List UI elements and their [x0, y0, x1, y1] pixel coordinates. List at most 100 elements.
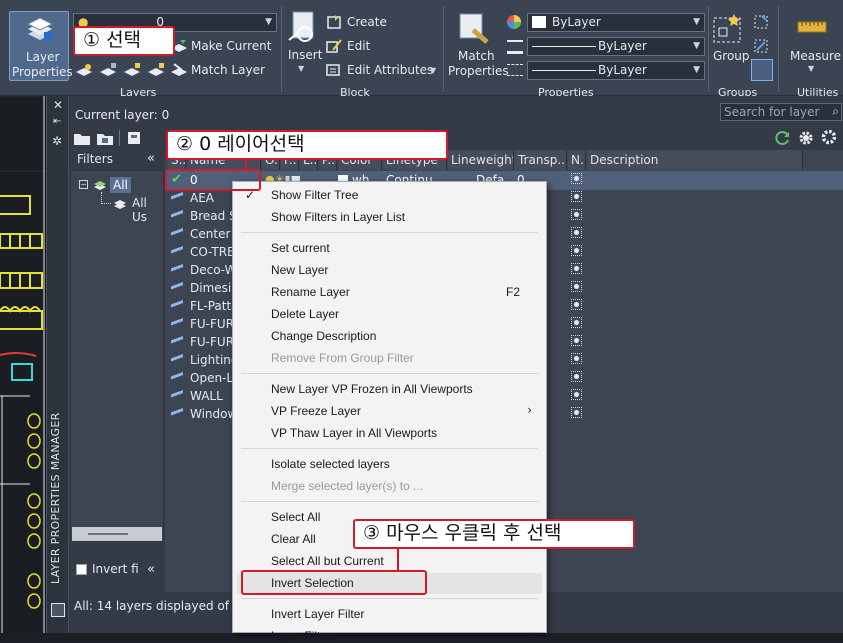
vp-freeze-icon[interactable] — [571, 335, 582, 346]
layer-states-manager-icon[interactable] — [125, 130, 143, 146]
drawing-canvas[interactable] — [0, 95, 46, 633]
measure-icon[interactable] — [797, 20, 827, 34]
vp-freeze-icon[interactable] — [571, 227, 582, 238]
collapse-filters-icon[interactable]: « — [147, 151, 155, 166]
measure-label[interactable]: Measure — [790, 49, 841, 63]
layer-name[interactable]: FU-FURI — [190, 333, 232, 351]
menu-item-layer-filters[interactable]: Layer Filters — [271, 629, 337, 643]
layer-name[interactable]: Deco-W — [190, 261, 232, 279]
menu-item-clear-all[interactable]: Clear All — [271, 532, 316, 546]
col-description[interactable]: Description — [587, 150, 803, 170]
tree-scrollbar[interactable] — [72, 527, 162, 541]
menu-item-delete-layer[interactable]: Delete Layer — [271, 307, 339, 321]
palette-bottom-icon[interactable] — [51, 603, 65, 617]
vp-freeze-icon[interactable] — [571, 209, 582, 220]
layer-name[interactable]: FU-FURI — [190, 315, 232, 333]
settings-gear-icon[interactable] — [798, 130, 814, 146]
layer-name[interactable]: WALL — [190, 387, 232, 405]
create-block-label[interactable]: Create — [347, 15, 387, 29]
vp-freeze-icon[interactable] — [571, 173, 582, 184]
match-properties-label-1[interactable]: Match — [458, 49, 495, 63]
col-new-vp-freeze[interactable]: N.. — [568, 150, 586, 170]
menu-item-vp-thaw-layer-in-all-viewports[interactable]: VP Thaw Layer in All Viewports — [271, 426, 437, 440]
group-edit-icon[interactable] — [753, 38, 769, 54]
vp-freeze-icon[interactable] — [571, 407, 582, 418]
invert-filter-checkbox[interactable] — [76, 564, 87, 575]
match-layer-label[interactable]: Match Layer — [191, 63, 265, 77]
filter-all-icon — [94, 181, 106, 190]
menu-item-set-current[interactable]: Set current — [271, 241, 330, 255]
lineweight-combo[interactable]: ByLayer ▼ — [527, 37, 705, 56]
edit-block-label[interactable]: Edit — [347, 39, 370, 53]
menu-item-vp-freeze-layer[interactable]: VP Freeze Layer — [271, 404, 361, 418]
ungroup-icon[interactable] — [753, 14, 769, 30]
vp-freeze-icon[interactable] — [571, 245, 582, 256]
menu-item-select-all[interactable]: Select All — [271, 510, 320, 524]
menu-item-show-filters-in-layer-list[interactable]: Show Filters in Layer List — [271, 210, 405, 224]
col-transparency[interactable]: Transp... — [515, 150, 567, 170]
linetype-combo[interactable]: ByLayer ▼ — [527, 61, 705, 80]
close-icon[interactable]: ✕ — [53, 98, 63, 112]
vp-freeze-icon[interactable] — [571, 191, 582, 202]
vp-freeze-icon[interactable] — [571, 263, 582, 274]
make-current-label[interactable]: Make Current — [191, 39, 272, 53]
group-label[interactable]: Group — [713, 49, 750, 63]
group-selection-icon[interactable] — [751, 59, 773, 81]
color-combo[interactable]: ByLayer ▼ — [527, 13, 705, 32]
insert-dropdown-icon[interactable]: ▼ — [298, 64, 304, 73]
annotation-box-invert-selection — [241, 570, 427, 595]
menu-item-new-layer[interactable]: New Layer — [271, 263, 328, 277]
layer-name[interactable]: FL-Patte — [190, 297, 232, 315]
tree-expander-icon[interactable]: − — [79, 180, 88, 189]
layer-name[interactable]: CO-TRE — [190, 243, 232, 261]
search-layer-input[interactable]: Search for layer ⌕ — [720, 103, 842, 121]
menu-item-change-description[interactable]: Change Description — [271, 329, 376, 343]
filter-all-item[interactable]: All — [110, 177, 131, 193]
menu-item-isolate-selected-layers[interactable]: Isolate selected layers — [271, 457, 390, 471]
vp-freeze-icon[interactable] — [571, 389, 582, 400]
menu-item-invert-layer-filter[interactable]: Invert Layer Filter — [271, 607, 364, 621]
insert-icon[interactable] — [287, 10, 321, 44]
vp-freeze-icon[interactable] — [571, 299, 582, 310]
collapse-tree-icon[interactable]: « — [147, 562, 155, 577]
layer-status-icon — [171, 390, 183, 398]
gear-icon[interactable] — [821, 129, 837, 145]
auto-hide-icon[interactable]: ⇤ — [53, 116, 61, 127]
palette-settings-icon[interactable]: ✲ — [52, 134, 62, 148]
layer-name[interactable]: AEA — [190, 189, 232, 207]
match-properties-label-2[interactable]: Properties — [448, 64, 509, 78]
menu-item-new-layer-vp-frozen-in-all-viewports[interactable]: New Layer VP Frozen in All Viewports — [271, 382, 473, 396]
layer-name[interactable]: Bread S — [190, 207, 232, 225]
edit-attributes-label[interactable]: Edit Attributes — [347, 63, 433, 77]
menu-item-show-filter-tree[interactable]: Show Filter Tree — [271, 188, 358, 202]
layer-properties-button[interactable]: Layer Properties — [9, 11, 73, 81]
vp-freeze-icon[interactable] — [571, 353, 582, 364]
refresh-icon[interactable] — [775, 130, 791, 146]
vp-freeze-icon[interactable] — [571, 281, 582, 292]
menu-separator — [241, 598, 538, 599]
layer-name[interactable]: Center — [190, 225, 232, 243]
drawing-geometry — [0, 95, 46, 633]
insert-label[interactable]: Insert — [288, 48, 322, 62]
vp-freeze-icon[interactable] — [571, 371, 582, 382]
group-icon[interactable] — [712, 12, 744, 46]
menu-item-rename-layer[interactable]: Rename Layer — [271, 285, 350, 299]
col-lineweight[interactable]: Lineweight — [448, 150, 514, 170]
annotation-connector-3 — [397, 547, 399, 571]
layer-status-icon — [171, 300, 183, 308]
new-group-filter-icon[interactable] — [96, 130, 114, 146]
measure-dropdown-icon[interactable]: ▼ — [808, 64, 814, 73]
palette-title-strip[interactable]: ✕ ⇤ ✲ LAYER PROPERTIES MANAGER — [47, 96, 69, 633]
layer-name[interactable]: Dimesic — [190, 279, 232, 297]
filter-all-used-item[interactable]: All Us — [132, 196, 163, 224]
layer-name[interactable]: Window — [190, 405, 232, 423]
filter-tree[interactable]: − All All Us — [70, 170, 164, 542]
menu-item-select-all-but-current[interactable]: Select All but Current — [271, 554, 384, 568]
layer-name[interactable]: Open-Li — [190, 369, 232, 387]
vp-freeze-icon[interactable] — [571, 317, 582, 328]
edit-attributes-dropdown-icon[interactable]: ▼ — [430, 66, 436, 75]
layer-name[interactable]: Lighting — [190, 351, 232, 369]
tree-scroll-thumb[interactable] — [88, 533, 128, 535]
new-property-filter-icon[interactable] — [73, 130, 91, 146]
match-properties-icon[interactable] — [457, 12, 491, 46]
